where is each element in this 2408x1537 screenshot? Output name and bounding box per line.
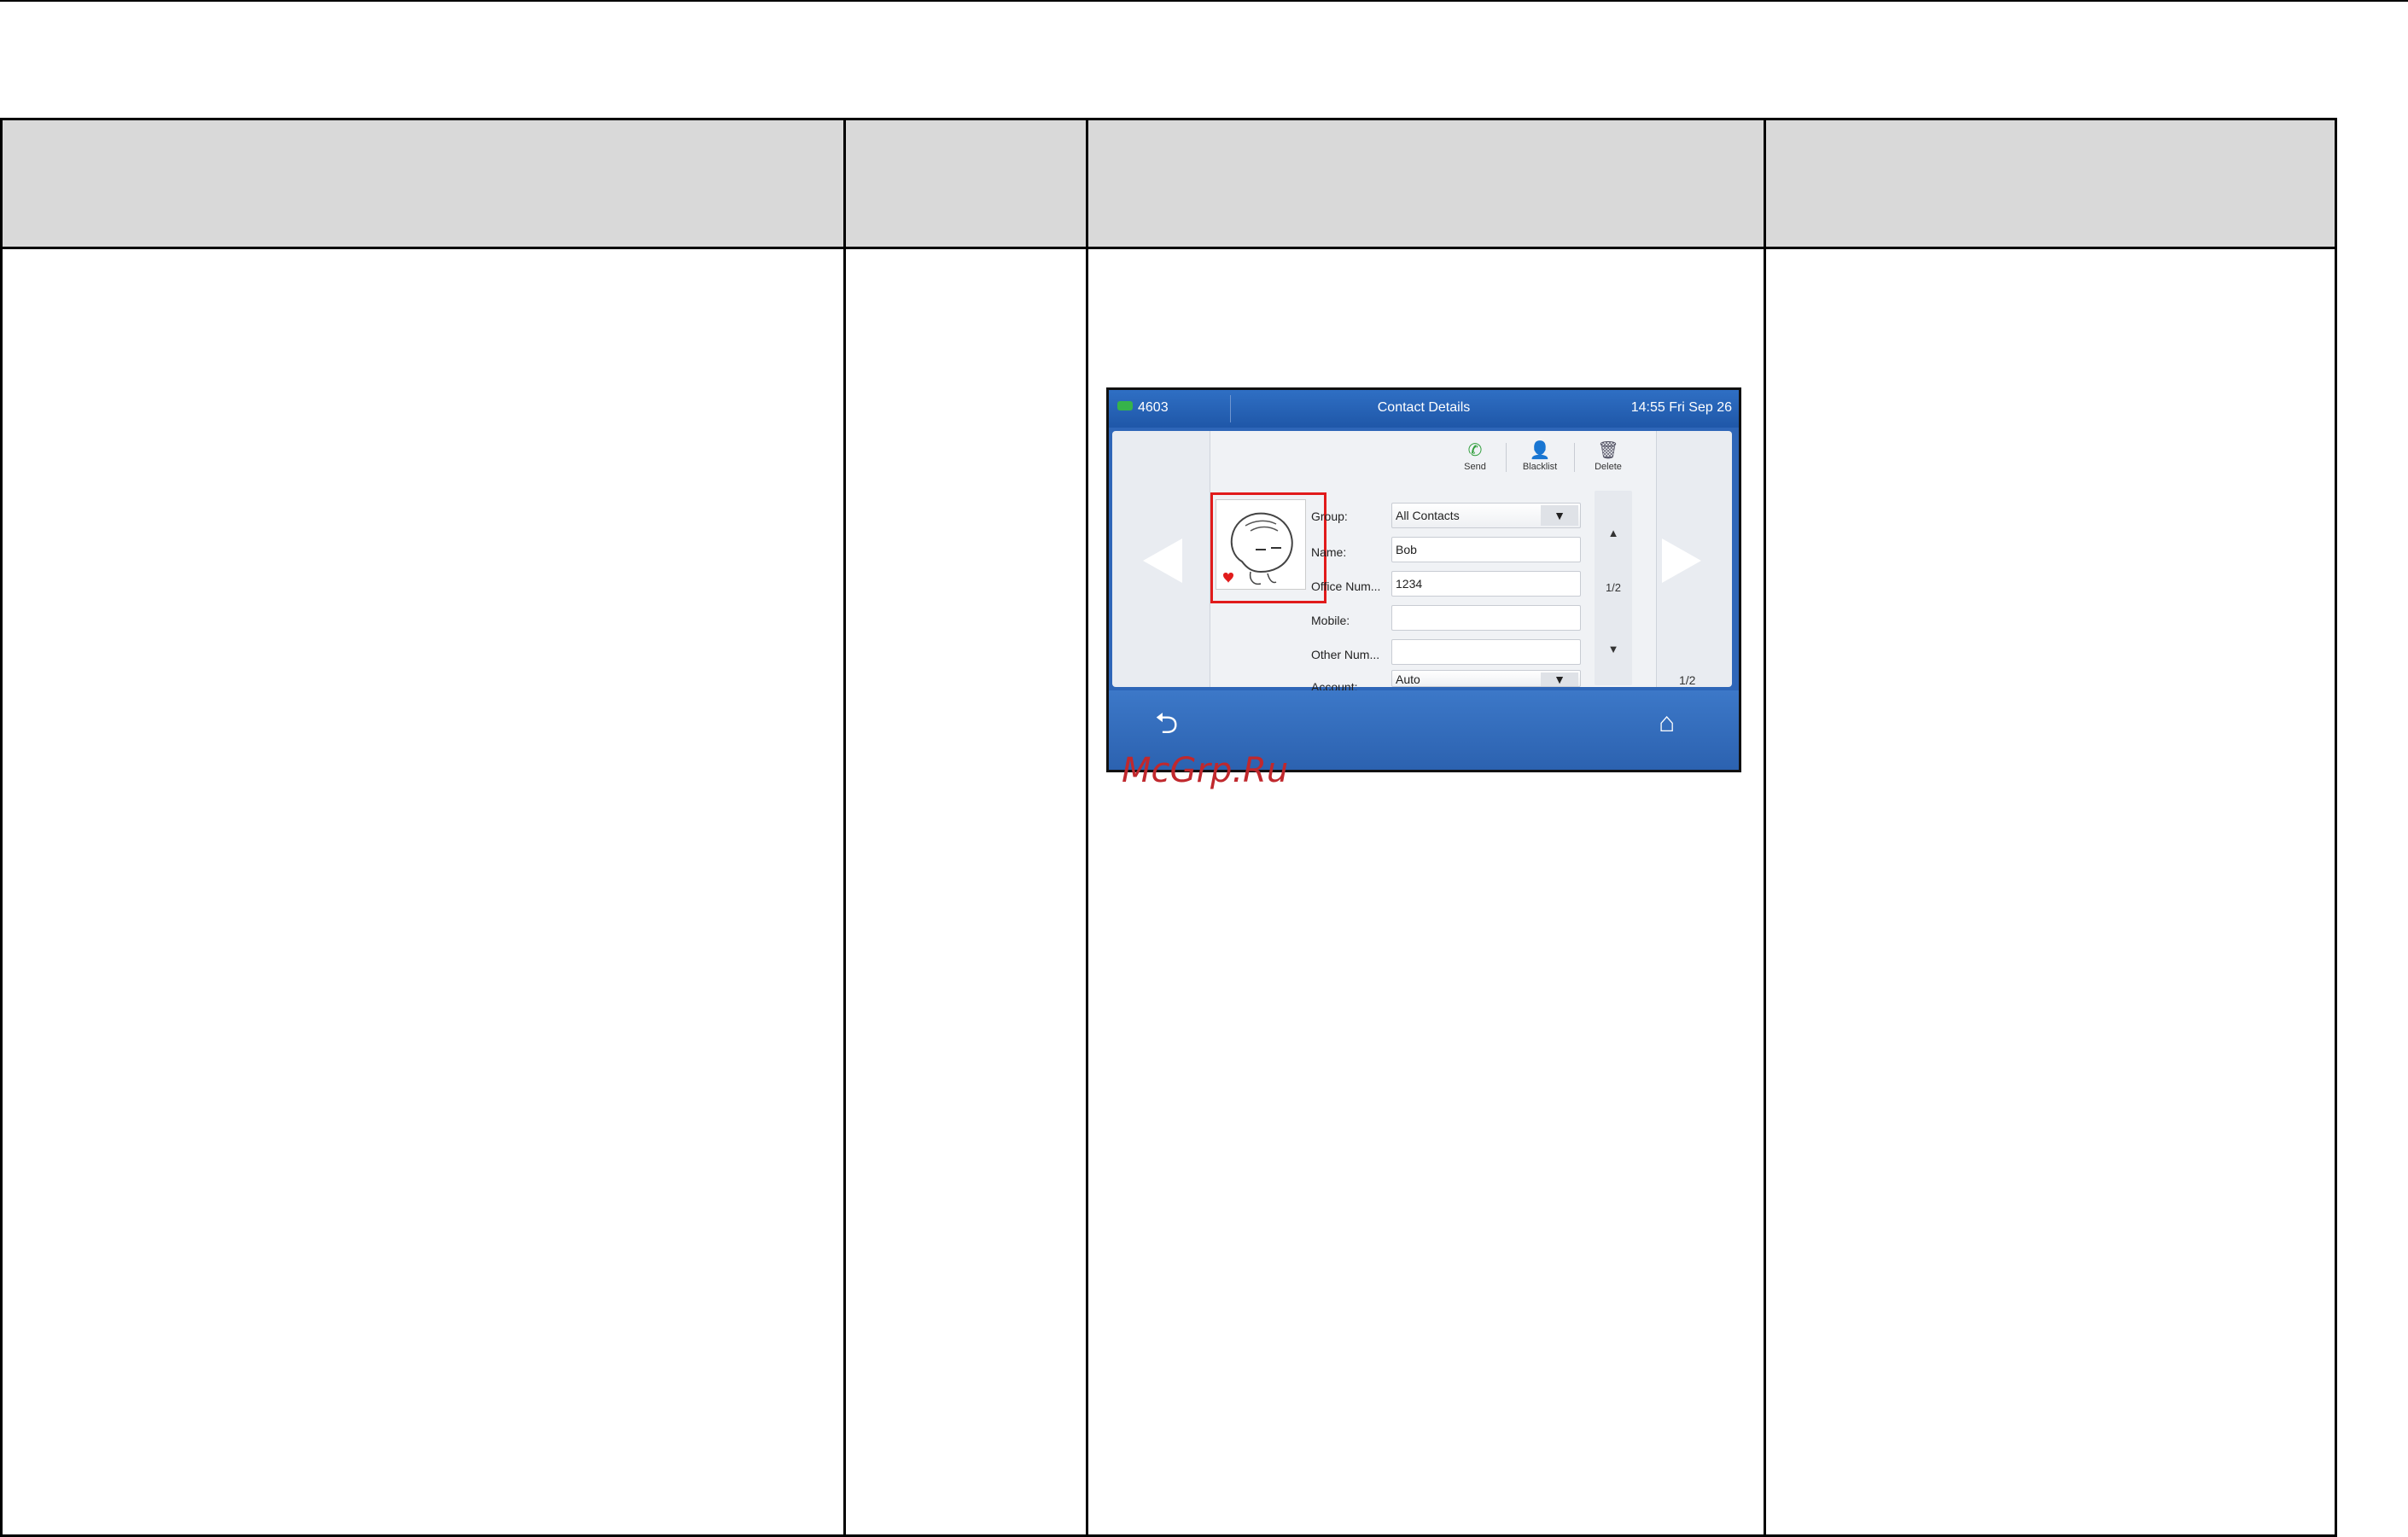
delete-label: Delete [1595,462,1622,472]
document-table [0,118,2337,1537]
office-number-label: Office Num... [1311,579,1381,593]
status-bar: 4603 Contact Details 14:55 Fri Sep 26 [1109,390,1739,428]
blacklist-user-icon: 👤 [1529,441,1551,460]
home-icon[interactable]: ⌂ [1659,707,1675,736]
clock: 14:55 Fri Sep 26 [1630,400,1732,415]
header-cell-3 [1086,118,1766,249]
back-arrow-icon[interactable]: ⮌ [1155,709,1178,738]
phone-screenshot: 4603 Contact Details 14:55 Fri Sep 26 ✆ … [1106,387,1741,772]
contact-body: ✆ Send 👤 Blacklist 🗑 Delete Group: All C… [1112,431,1732,694]
watermark: McGrp.Ru [1122,751,1289,790]
action-divider [1574,443,1575,472]
body-cell-1 [0,247,846,1537]
office-number-value: 1234 [1396,577,1423,591]
contact-panel: ✆ Send 👤 Blacklist 🗑 Delete Group: All C… [1210,431,1657,694]
previous-contact-arrow-icon[interactable] [1143,539,1182,583]
photo-highlight-box [1210,492,1326,603]
table-header-row [0,118,2337,249]
header-cell-1 [0,118,846,249]
chevron-down-icon[interactable]: ▼ [1541,505,1578,526]
header-cell-4 [1764,118,2337,249]
contact-page-indicator: 1/2 [1679,673,1696,687]
other-number-field[interactable] [1391,639,1581,665]
phone-icon: ✆ [1467,441,1483,460]
send-label: Send [1464,462,1486,472]
header-cell-2 [843,118,1088,249]
account-select[interactable]: Auto ▼ [1391,670,1581,687]
send-button[interactable]: ✆ Send [1449,441,1501,472]
top-rule [0,0,2408,2]
scroll-up-icon[interactable]: ▲ [1595,527,1632,539]
name-value: Bob [1396,543,1417,556]
group-select[interactable]: All Contacts ▼ [1391,503,1581,528]
scroll-down-icon[interactable]: ▼ [1595,643,1632,655]
trash-icon: 🗑 [1597,441,1619,460]
body-cell-2 [843,247,1088,1537]
group-value: All Contacts [1396,509,1460,522]
delete-button[interactable]: 🗑 Delete [1583,441,1634,472]
mobile-field[interactable] [1391,605,1581,631]
office-number-field[interactable]: 1234 [1391,571,1581,597]
name-label: Name: [1311,545,1347,559]
name-field[interactable]: Bob [1391,537,1581,562]
action-divider [1506,443,1507,472]
account-value: Auto [1396,672,1420,686]
body-cell-4 [1764,247,2337,1537]
other-number-label: Other Num... [1311,648,1380,661]
blacklist-button[interactable]: 👤 Blacklist [1514,441,1565,472]
next-contact-arrow-icon[interactable] [1662,539,1701,583]
chevron-down-icon[interactable]: ▼ [1541,672,1578,686]
group-label: Group: [1311,509,1348,523]
blacklist-label: Blacklist [1522,462,1558,472]
field-scrollbar[interactable]: ▲ 1/2 ▼ [1595,491,1632,685]
mobile-label: Mobile: [1311,614,1350,627]
field-page-indicator: 1/2 [1605,581,1622,594]
